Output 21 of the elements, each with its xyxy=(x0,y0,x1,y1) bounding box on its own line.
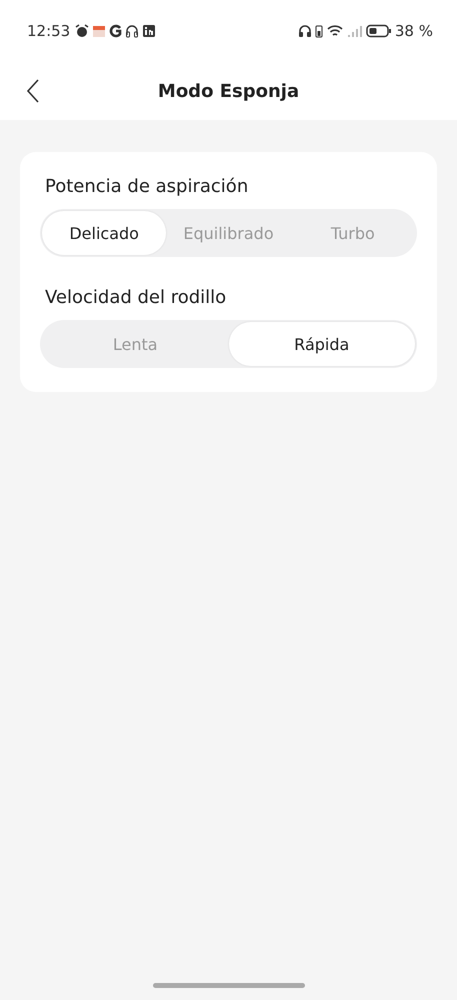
battery-icon xyxy=(366,24,392,38)
app-icon xyxy=(142,24,156,38)
alarm-clock-icon xyxy=(75,24,90,38)
segment-option[interactable]: Equilibrado xyxy=(166,211,291,255)
battery-percent: 38 % xyxy=(394,22,433,40)
signal-icon xyxy=(346,24,363,38)
app-icon xyxy=(109,24,122,38)
segment-option[interactable]: Rápida xyxy=(228,322,415,366)
battery-icon xyxy=(314,24,323,38)
headphones-icon xyxy=(125,24,140,38)
headphones-icon xyxy=(298,24,312,38)
setting-label: Velocidad del rodillo xyxy=(44,287,228,308)
segment-option[interactable]: Lenta xyxy=(42,322,228,366)
segment-option[interactable]: Turbo xyxy=(290,211,415,255)
segment-option[interactable]: Delicado xyxy=(42,211,166,255)
back-icon[interactable] xyxy=(26,79,40,103)
status-time: 12:53 xyxy=(27,22,70,40)
page-title: Modo Esponja xyxy=(158,80,300,102)
setting-label: Potencia de aspiración xyxy=(44,176,250,197)
calendar-icon xyxy=(92,24,106,38)
wifi-icon xyxy=(326,24,344,38)
